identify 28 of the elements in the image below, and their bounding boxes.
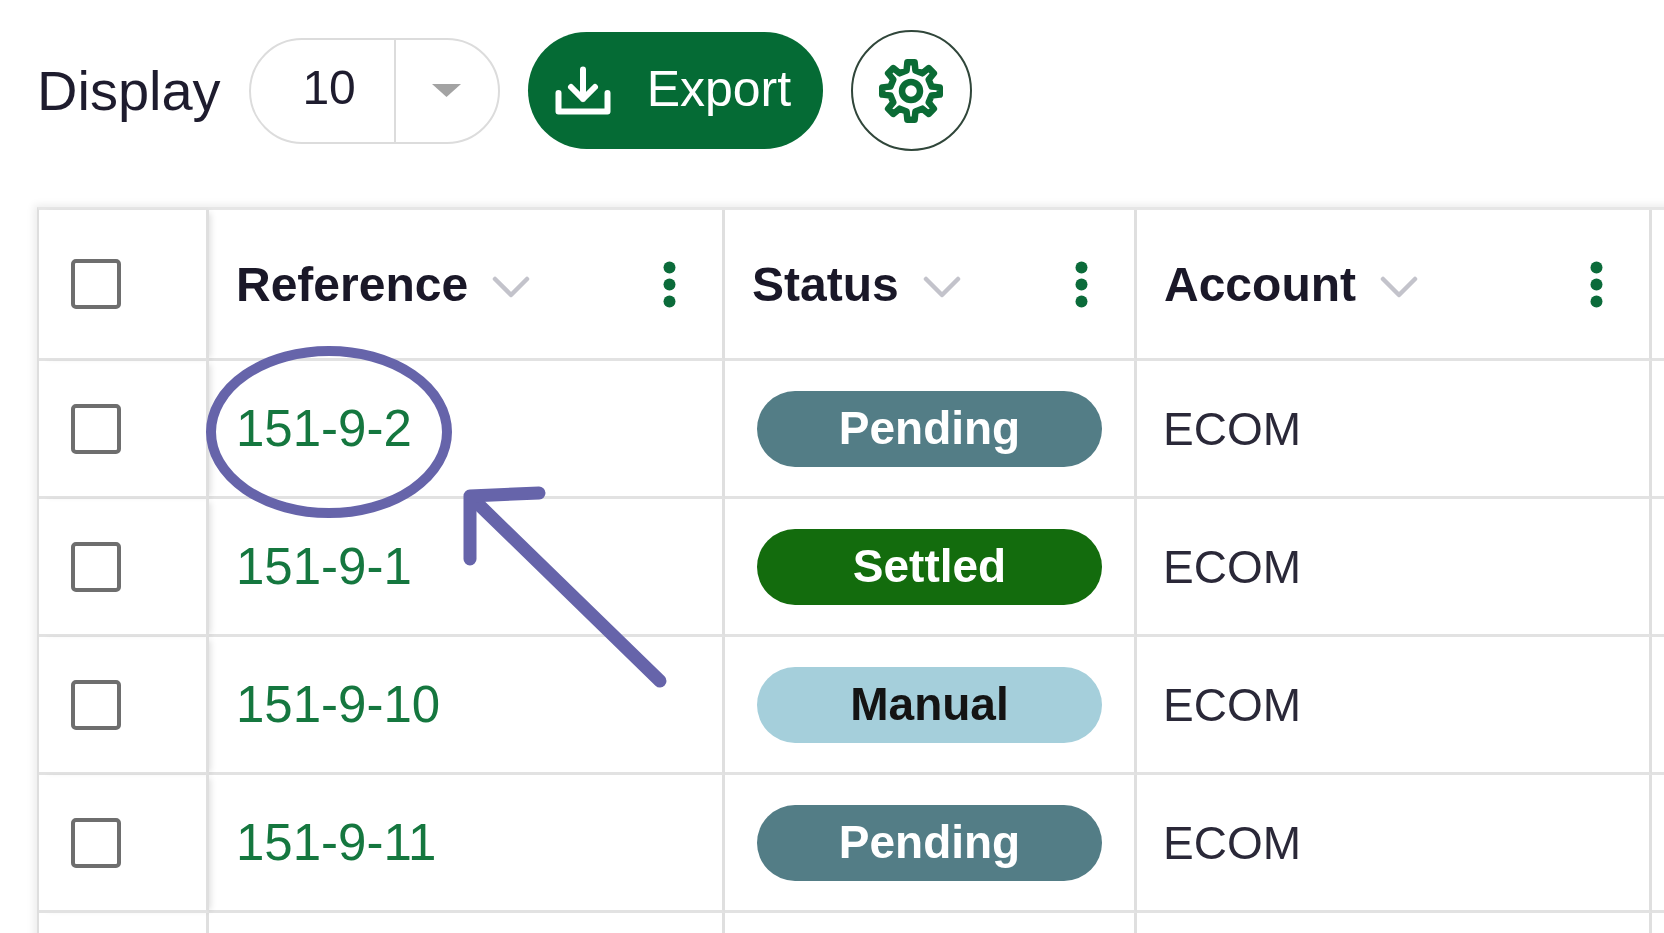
settings-icon — [877, 56, 946, 125]
reference-link[interactable]: 151-9-1 — [236, 537, 412, 596]
column-header: Account — [1164, 256, 1356, 312]
select-all-checkbox[interactable] — [71, 259, 121, 309]
account-cell: ECOM — [1163, 401, 1301, 456]
download-icon — [554, 66, 611, 115]
column-menu-icon[interactable] — [1590, 260, 1603, 308]
account-cell: ECOM — [1163, 815, 1301, 870]
reference-link[interactable]: 151-9-10 — [236, 675, 441, 734]
column-header: Reference — [236, 256, 469, 312]
caret-down-icon — [432, 84, 462, 97]
account-cell: ECOM — [1163, 677, 1301, 732]
row-checkbox[interactable] — [71, 817, 121, 868]
row-checkbox[interactable] — [71, 541, 121, 592]
row-checkbox[interactable] — [71, 679, 121, 730]
status-badge: Pending — [757, 390, 1102, 467]
page-size-select[interactable]: 10 — [248, 37, 500, 144]
column-menu-icon[interactable] — [1075, 260, 1088, 308]
export-button[interactable]: Export — [527, 32, 823, 149]
column-menu-icon[interactable] — [663, 260, 676, 308]
column-header: Status — [752, 256, 899, 312]
account-cell: ECOM — [1163, 539, 1301, 594]
status-badge: Manual — [757, 666, 1102, 743]
status-badge: Pending — [757, 804, 1102, 881]
row-checkbox[interactable] — [71, 403, 121, 454]
reference-link[interactable]: 151-9-11 — [236, 813, 437, 872]
reference-link[interactable]: 151-9-2 — [236, 399, 412, 458]
status-badge: Settled — [757, 528, 1102, 605]
